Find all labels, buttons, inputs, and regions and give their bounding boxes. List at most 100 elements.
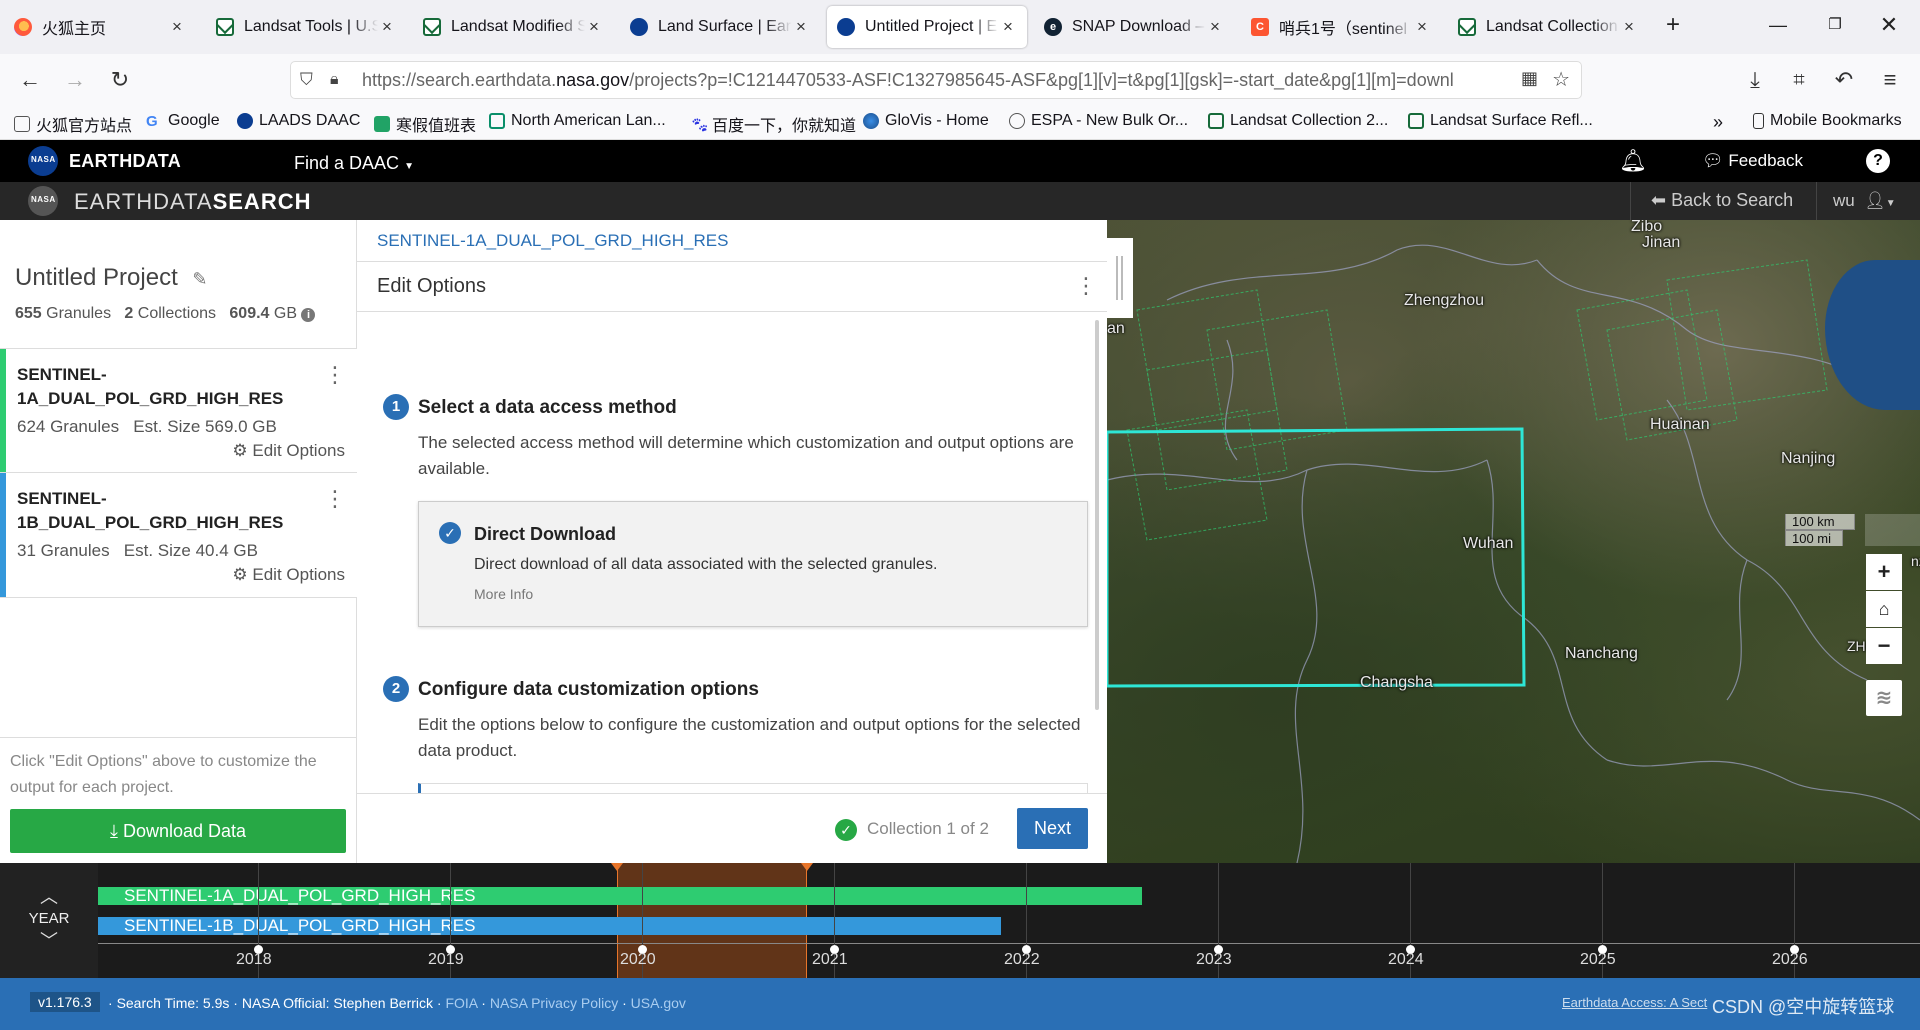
bookmark-item[interactable]: ESPA - New Bulk Or... [1009,112,1188,130]
star-icon[interactable]: ☆ [1552,67,1570,92]
collection-item-sentinel-1a[interactable]: SENTINEL- 1A_DUAL_POL_GRD_HIGH_RES ⋮ 624 … [0,348,357,473]
bookmark-item[interactable]: LAADS DAAC [237,112,360,130]
url-domain: nasa.gov [556,69,630,90]
timeline-year-label: 2022 [1004,951,1040,968]
close-icon[interactable]: × [1620,17,1638,37]
zoom-in-button[interactable]: + [1866,554,1902,590]
close-icon[interactable]: × [1413,17,1431,37]
bookmark-item[interactable]: Landsat Surface Refl... [1408,112,1593,130]
user-menu[interactable]: wu 👤︎▼ [1833,191,1896,211]
close-icon[interactable]: × [792,17,810,37]
arrow-left-circle-icon: ⬅︎ [1651,190,1667,210]
edit-icon[interactable]: ✎ [192,269,207,289]
bookmarks-overflow-icon[interactable]: » [1713,112,1723,133]
close-icon[interactable]: × [585,17,603,37]
close-icon[interactable]: × [999,17,1017,37]
browser-tab[interactable]: C 哨兵1号（sentinel × [1241,6,1441,48]
customization-options-box[interactable] [418,783,1088,793]
step-description: The selected access method will determin… [418,433,1074,478]
page-footer: v1.176.3 · Search Time: 5.9s · NASA Offi… [0,978,1920,1030]
chevron-up-icon[interactable]: ︿ [0,883,98,909]
timeline-bar-sentinel-1b[interactable]: SENTINEL-1B_DUAL_POL_GRD_HIGH_RES [98,916,1001,935]
qr-code-icon[interactable]: ▦ [1521,68,1538,89]
browser-tab[interactable]: e SNAP Download – × [1034,6,1234,48]
timeline[interactable]: ︿ YEAR ﹀ SENTINEL-1A_DUAL_POL_GRD_HIGH_R… [0,863,1920,978]
browser-tab[interactable]: Landsat Modified S × [413,6,613,48]
layers-icon[interactable]: ≋ [1866,680,1902,716]
menu-icon[interactable]: ≡ [1876,66,1904,94]
earthdata-brand[interactable]: EARTHDATA [69,151,181,172]
browser-tab-active[interactable]: Untitled Project | E × [827,6,1027,48]
nasa-icon [837,18,855,36]
panel-resize-handle[interactable] [1107,238,1133,318]
nasa-logo-icon[interactable] [28,186,58,216]
bookmark-label: Google [168,112,220,129]
download-data-button[interactable]: ⤓ Download Data [10,809,346,853]
usa-gov-link[interactable]: USA.gov [631,995,686,1011]
earthdata-access-link[interactable]: Earthdata Access: A Sect [1562,995,1707,1010]
privacy-link[interactable]: NASA Privacy Policy [490,995,618,1011]
bookmark-item[interactable]: 火狐官方站点 [14,112,132,136]
help-icon[interactable]: ? [1866,149,1890,173]
nasa-logo-icon[interactable] [28,146,58,176]
range-handle-end[interactable] [801,863,813,871]
foia-link[interactable]: FOIA [445,995,477,1011]
close-icon[interactable]: × [378,17,396,37]
url-bar[interactable]: ⛉ 🔒︎ https://search.earthdata.nasa.gov/p… [290,61,1582,99]
info-icon[interactable]: i [301,308,316,322]
project-sidebar: Untitled Project ✎ 655 Granules 2 Collec… [0,220,357,863]
undo-icon[interactable]: ↶ [1830,66,1858,94]
url-path: /projects?p=!C1214470533-ASF!C1327985645… [629,69,1454,90]
download-icon[interactable]: ⤓ [1741,66,1769,94]
timeline-baseline [98,943,1920,944]
more-options-icon[interactable]: ⋮ [1075,275,1097,297]
more-info-link[interactable]: More Info [474,586,533,602]
range-handle-start[interactable] [611,863,623,871]
browser-tab[interactable]: 火狐主页 × [4,6,196,48]
reload-icon[interactable]: ↻ [106,66,134,94]
map-view[interactable]: Zibo Jinan Zhengzhou an Huainan Nanjing … [1107,220,1920,863]
minimize-button[interactable]: — [1755,10,1801,40]
timeline-bar-sentinel-1a[interactable]: SENTINEL-1A_DUAL_POL_GRD_HIGH_RES [98,886,1142,905]
bookmark-item[interactable]: GloVis - Home [863,112,989,130]
bookmark-item[interactable]: Landsat Collection 2... [1208,112,1388,130]
edit-options-button[interactable]: ⚙︎ Edit Options [232,441,345,461]
scrollbar[interactable] [1095,320,1099,710]
new-tab-button[interactable]: + [1650,10,1696,40]
edit-options-button[interactable]: ⚙︎ Edit Options [232,565,345,585]
bookmark-item[interactable]: 寒假值班表 [374,112,476,136]
mobile-bookmarks[interactable]: Mobile Bookmarks [1753,112,1902,130]
bookmark-item[interactable]: North American Lan... [489,112,666,130]
crop-icon[interactable]: ⌗ [1785,66,1813,94]
browser-tab[interactable]: Land Surface | Eart × [620,6,820,48]
bookmark-label: ESPA - New Bulk Or... [1031,112,1189,129]
window-close-button[interactable]: ✕ [1866,10,1912,40]
more-options-icon[interactable]: ⋮ [324,488,346,510]
back-icon[interactable]: ← [16,66,44,94]
more-options-icon[interactable]: ⋮ [324,364,346,386]
browser-tab[interactable]: Landsat Tools | U.S × [206,6,406,48]
close-icon[interactable]: × [1206,17,1224,37]
access-method-option-direct-download[interactable]: ✓ Direct Download Direct download of all… [418,501,1088,627]
zoom-out-button[interactable]: − [1866,628,1902,664]
collection-item-sentinel-1b[interactable]: SENTINEL- 1B_DUAL_POL_GRD_HIGH_RES ⋮ 31 G… [0,473,357,598]
bookmark-label: 火狐官方站点 [36,118,133,135]
feedback-button[interactable]: 💬︎ Feedback [1702,151,1803,171]
back-to-search-button[interactable]: ⬅︎ Back to Search [1651,190,1793,211]
close-icon[interactable]: × [168,17,186,37]
earthdata-search-brand[interactable]: EARTHDATASEARCH [74,189,311,215]
project-title[interactable]: Untitled Project ✎ [15,264,208,292]
find-daac-menu[interactable]: Find a DAAC ▼ [294,153,414,174]
bookmark-item[interactable]: 🐾︎ 百度一下，你就知道 [690,112,856,136]
shield-icon[interactable]: ⛉ [300,70,322,90]
map-label: Zhengzhou [1404,292,1485,309]
home-icon[interactable]: ⌂ [1866,591,1902,627]
next-button[interactable]: Next [1017,808,1088,849]
breadcrumb-collection-link[interactable]: SENTINEL-1A_DUAL_POL_GRD_HIGH_RES [377,231,728,251]
bookmark-item[interactable]: G Google [146,112,220,130]
browser-tab[interactable]: Landsat Collection × [1448,6,1648,48]
forward-icon[interactable]: → [61,66,89,94]
bell-icon[interactable]: 🔔︎ [1619,148,1647,174]
chevron-down-icon[interactable]: ﹀ [0,927,98,953]
restore-button[interactable]: ❐ [1812,10,1858,40]
